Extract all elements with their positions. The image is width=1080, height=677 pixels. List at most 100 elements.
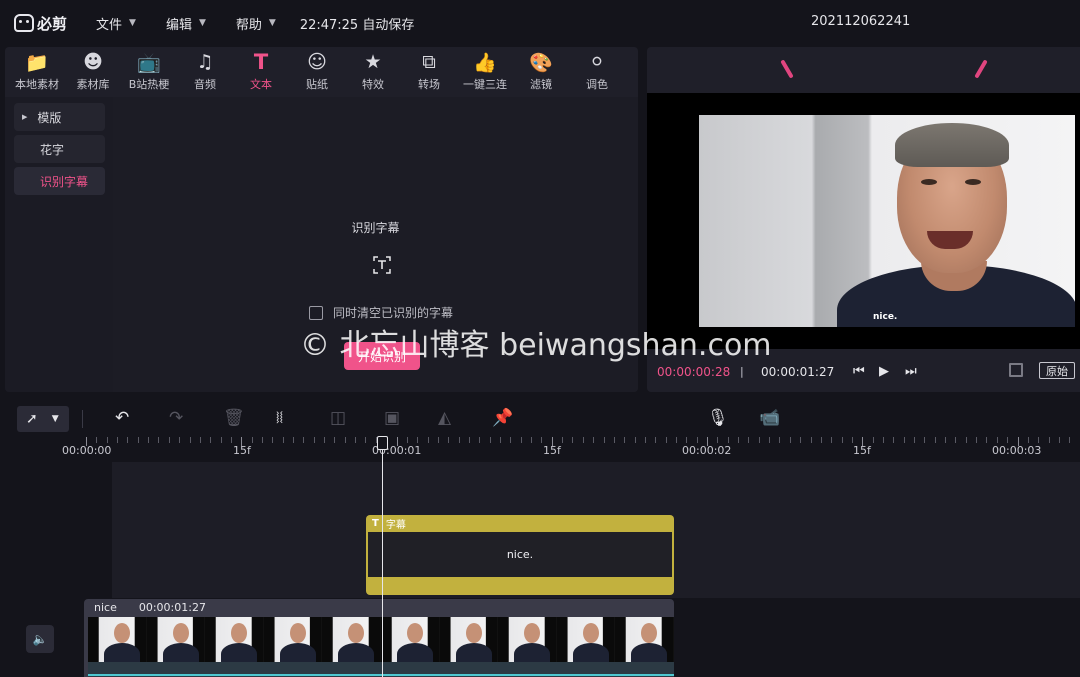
- tab-material-library[interactable]: ☻ 素材库: [65, 47, 121, 93]
- ruler-tick: [210, 437, 212, 443]
- trim-icon[interactable]: ◫: [330, 408, 346, 428]
- previous-frame-icon[interactable]: ⏮: [853, 364, 865, 379]
- checkbox-box[interactable]: [309, 305, 323, 320]
- ruler-tick: [117, 437, 119, 443]
- palette-icon: 🎨: [529, 51, 553, 74]
- video-thumbnail: [556, 617, 615, 662]
- ruler-tick: [696, 437, 698, 443]
- ruler-tick: [862, 437, 864, 446]
- ruler-tick: [406, 437, 408, 443]
- tab-filters[interactable]: 🎨 滤镜: [513, 47, 569, 93]
- tab-color-grading[interactable]: ⚪ 调色: [569, 47, 625, 93]
- chevron-down-icon: ▼: [268, 18, 276, 28]
- playhead-handle[interactable]: [377, 436, 388, 450]
- recognize-panel: 识别字幕 同时清空已识别的字幕 开始识别: [113, 97, 638, 392]
- tab-label: 文本: [250, 78, 272, 91]
- ruler-tick: [437, 437, 439, 443]
- checkbox-label: 同时清空已识别的字幕: [333, 306, 454, 320]
- video-thumbnail: [439, 617, 498, 662]
- ruler-tick: [448, 437, 450, 443]
- ruler-tick: [903, 437, 905, 443]
- next-frame-icon[interactable]: ⏭: [905, 364, 917, 379]
- thumbs-up-icon: 👍: [473, 51, 497, 74]
- video-thumbnail: [146, 617, 205, 662]
- redo-icon[interactable]: ↷: [169, 408, 183, 428]
- start-recognize-button[interactable]: 开始识别: [344, 342, 420, 370]
- text-recognize-icon: [373, 256, 391, 274]
- video-clip[interactable]: nice 00:00:01:27: [84, 599, 674, 677]
- thumb-body: [514, 643, 551, 662]
- undo-icon[interactable]: ↶: [115, 408, 129, 428]
- ruler-tick: [1007, 437, 1009, 443]
- menu-help[interactable]: 帮助 ▼: [236, 14, 276, 33]
- thumb-head: [641, 623, 658, 643]
- original-ratio-button[interactable]: 原始: [1039, 362, 1075, 379]
- speaker-icon[interactable]: 🔈: [26, 625, 54, 653]
- sidebar-item-templates[interactable]: ▶ 模版: [14, 103, 105, 131]
- video-editor-app: 必剪 文件 ▼ 编辑 ▼ 帮助 ▼ 22:47:25 自动保存 20211206224…: [0, 0, 1080, 677]
- tab-transitions[interactable]: ⧉ 转场: [401, 47, 457, 93]
- ruler-tick: [748, 437, 750, 443]
- microphone-icon[interactable]: 🎙: [707, 408, 729, 428]
- tab-audio[interactable]: ♫ 音频: [177, 47, 233, 93]
- ruler-tick: [1038, 437, 1040, 443]
- delete-icon[interactable]: 🗑: [223, 408, 245, 428]
- ruler-tick: [800, 437, 802, 443]
- thumb-body: [455, 643, 492, 662]
- freeze-frame-icon[interactable]: ▣: [384, 408, 400, 428]
- tab-effects[interactable]: ★ 特效: [345, 47, 401, 93]
- ruler-tick: [572, 437, 574, 443]
- play-icon[interactable]: ▶: [879, 364, 889, 379]
- ruler-tick: [820, 437, 822, 443]
- tab-label: 滤镜: [530, 78, 552, 91]
- tab-bilibili-memes[interactable]: 📺 B站热梗: [121, 47, 177, 93]
- ruler-tick: [365, 437, 367, 443]
- star-sparkle-icon: ★: [364, 51, 382, 73]
- current-timecode: 00:00:00:28: [657, 365, 731, 379]
- ruler-tick: [324, 437, 326, 443]
- select-tool-dropdown[interactable]: ➚ ▼: [17, 406, 69, 432]
- sidebar-item-fancy-text[interactable]: 花字: [14, 135, 105, 163]
- ruler-tick: [489, 437, 491, 443]
- split-icon[interactable]: ⧘⧙: [276, 408, 283, 428]
- tab-triple-like[interactable]: 👍 一键三连: [457, 47, 513, 93]
- tab-stickers[interactable]: ☺ 贴纸: [289, 47, 345, 93]
- ruler-tick: [458, 437, 460, 443]
- ruler-tick: [148, 437, 150, 443]
- timeline-ruler[interactable]: 00:00:00 15f 00:00:01 15f 00:00:02 15f 0…: [0, 436, 1080, 462]
- tab-local-media[interactable]: 📁 本地素材: [9, 47, 65, 93]
- frame-person-eye: [921, 179, 937, 185]
- ruler-tick: [179, 437, 181, 443]
- caret-right-icon: ▶: [22, 113, 28, 121]
- mirror-icon[interactable]: ◭: [438, 408, 451, 428]
- ruler-tick: [562, 437, 564, 443]
- crop-icon[interactable]: [1009, 363, 1023, 377]
- video-thumbnail: [498, 617, 556, 662]
- tab-label: 一键三连: [463, 78, 507, 91]
- chevron-down-icon: ▼: [129, 18, 136, 28]
- ruler-tick: [717, 437, 719, 443]
- thumb-body: [162, 643, 199, 662]
- ruler-tick: [582, 437, 584, 443]
- text-t-icon: T: [253, 50, 269, 74]
- video-thumbnail: [615, 617, 673, 662]
- menu-file[interactable]: 文件 ▼: [96, 14, 136, 33]
- playhead-line[interactable]: [382, 437, 383, 677]
- color-circles-icon: ⚪: [589, 51, 605, 73]
- pin-icon[interactable]: 📌: [492, 408, 513, 428]
- clear-subtitles-checkbox[interactable]: 同时清空已识别的字幕: [309, 304, 453, 321]
- timeline-toolbar: ➚ ▼ ↶ ↷ 🗑 ⧘⧙ ◫ ▣ ◭ 📌 🎙 📹: [0, 402, 1080, 436]
- tab-label: B站热梗: [128, 78, 170, 91]
- cursor-arrow-icon: ➚: [26, 411, 38, 427]
- sidebar-item-recognize-subtitles[interactable]: 识别字幕: [14, 167, 105, 195]
- preview-stage[interactable]: nice.: [647, 93, 1080, 349]
- thumb-head: [348, 623, 365, 643]
- video-thumbnail: [380, 617, 439, 662]
- subtitle-clip[interactable]: T 字幕 nice.: [366, 515, 674, 595]
- menu-edit[interactable]: 编辑 ▼: [166, 14, 206, 33]
- ruler-tick: [510, 437, 512, 443]
- thumb-body: [221, 643, 258, 662]
- tab-text[interactable]: T 文本: [233, 47, 289, 93]
- ruler-tick: [603, 437, 605, 443]
- camera-record-icon[interactable]: 📹: [759, 408, 780, 428]
